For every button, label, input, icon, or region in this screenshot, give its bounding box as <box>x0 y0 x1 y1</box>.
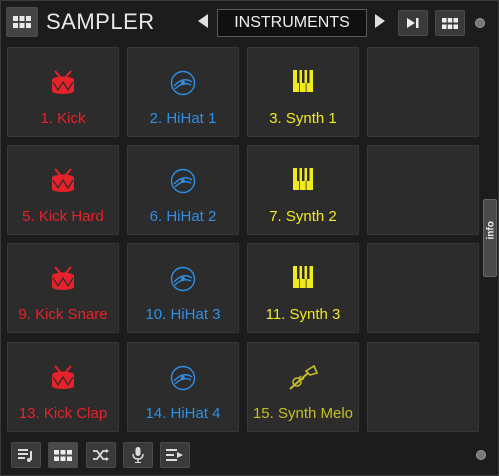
bank-selector[interactable]: INSTRUMENTS <box>217 9 367 37</box>
sampler-pad[interactable]: 2. HiHat 1 <box>127 47 239 137</box>
playlist-add-icon <box>18 449 32 462</box>
footer-toolbar <box>1 437 498 475</box>
triangle-right-icon <box>375 14 385 28</box>
queue-icon <box>166 449 183 461</box>
footer-knob[interactable] <box>476 450 486 460</box>
sampler-pad[interactable]: 7. Synth 2 <box>247 145 359 235</box>
prev-bank-button[interactable] <box>197 13 209 34</box>
skip-end-icon <box>407 18 419 28</box>
sampler-pad[interactable]: 1. Kick <box>7 47 119 137</box>
pad-label: 14. HiHat 4 <box>145 405 221 422</box>
sampler-pad[interactable]: 10. HiHat 3 <box>127 243 239 333</box>
layout-grid-button[interactable] <box>435 10 465 36</box>
sampler-pad[interactable]: 13. Kick Clap <box>7 342 119 432</box>
pad-label: 2. HiHat 1 <box>149 110 217 127</box>
drum-icon <box>8 70 118 98</box>
pad-label: 3. Synth 1 <box>269 110 337 127</box>
pad-label: 7. Synth 2 <box>269 208 337 225</box>
next-bank-button[interactable] <box>374 13 386 34</box>
pad-label: 5. Kick Hard <box>22 208 104 225</box>
shuffle-button[interactable] <box>86 442 116 468</box>
sampler-pad[interactable]: 6. HiHat 2 <box>127 145 239 235</box>
sampler-pad[interactable]: 3. Synth 1 <box>247 47 359 137</box>
sampler-panel: SAMPLER INSTRUMENTS 1. Kick 2. HiHat 1 3. … <box>0 0 499 476</box>
empty-pad[interactable] <box>367 342 479 432</box>
empty-pad[interactable] <box>367 47 479 137</box>
empty-pad[interactable] <box>367 145 479 235</box>
queue-button[interactable] <box>160 442 190 468</box>
pad-label: 6. HiHat 2 <box>149 208 217 225</box>
microphone-button[interactable] <box>123 442 153 468</box>
shuffle-icon <box>93 449 109 461</box>
sampler-pad[interactable]: 15. Synth Melo <box>247 342 359 432</box>
info-tab-label: info <box>485 221 497 240</box>
grid-icon <box>54 449 72 461</box>
cymbal-icon <box>128 70 238 98</box>
drum-icon <box>8 365 118 393</box>
microphone-icon <box>132 447 144 463</box>
sampler-pad[interactable]: 9. Kick Snare <box>7 243 119 333</box>
drum-icon <box>8 168 118 196</box>
cymbal-icon <box>128 168 238 196</box>
pad-label: 9. Kick Snare <box>18 306 108 323</box>
grid-icon <box>442 17 458 29</box>
grid-icon <box>13 16 31 28</box>
keys-icon <box>248 70 358 98</box>
cymbal-icon <box>128 266 238 294</box>
sampler-pad[interactable]: 5. Kick Hard <box>7 145 119 235</box>
info-tab[interactable]: info <box>483 199 497 277</box>
empty-pad[interactable] <box>367 243 479 333</box>
panel-title: SAMPLER <box>46 9 155 34</box>
triangle-left-icon <box>198 14 208 28</box>
sampler-pad[interactable]: 14. HiHat 4 <box>127 342 239 432</box>
sampler-pad[interactable]: 11. Synth 3 <box>247 243 359 333</box>
pad-label: 1. Kick <box>40 110 86 127</box>
pad-label: 15. Synth Melo <box>252 405 354 422</box>
keys-icon <box>248 266 358 294</box>
cymbal-icon <box>128 365 238 393</box>
playlist-add-button[interactable] <box>11 442 41 468</box>
keys-icon <box>248 168 358 196</box>
grid-view-button[interactable] <box>48 442 78 468</box>
trumpet-icon <box>248 365 358 393</box>
pad-label: 10. HiHat 3 <box>145 306 221 323</box>
header-knob[interactable] <box>475 18 485 28</box>
pad-grid: 1. Kick 2. HiHat 1 3. Synth 1 5. Kick Hard 6… <box>7 47 481 433</box>
drum-icon <box>8 266 118 294</box>
pads-view-button[interactable] <box>6 7 38 37</box>
skip-end-button[interactable] <box>398 10 428 36</box>
pad-label: 11. Synth 3 <box>265 306 341 323</box>
pad-label: 13. Kick Clap <box>18 405 108 422</box>
